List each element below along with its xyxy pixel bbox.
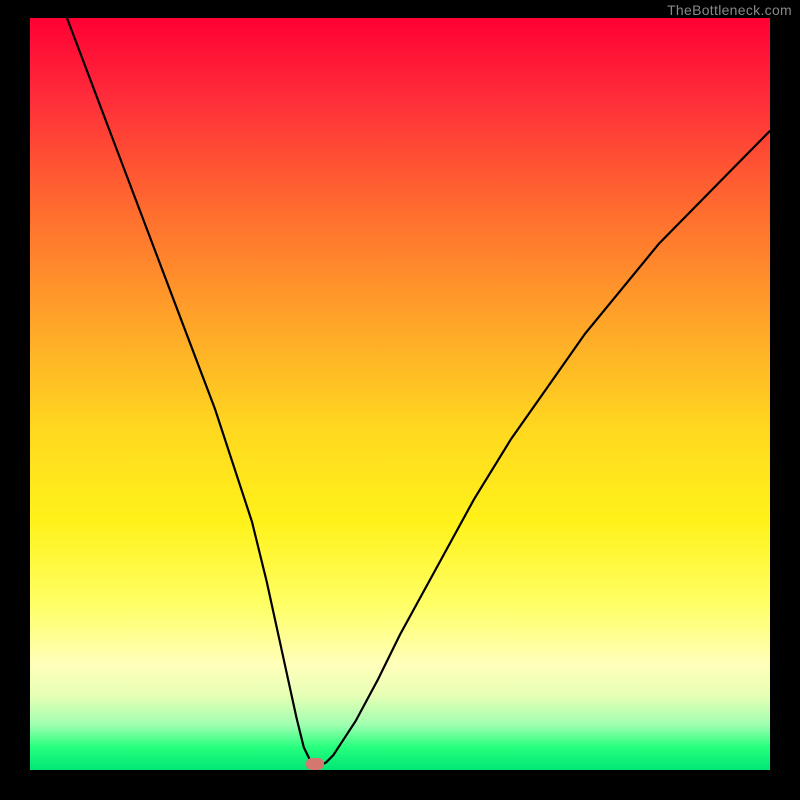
gradient-background xyxy=(30,18,770,770)
chart-frame: TheBottleneck.com xyxy=(0,0,800,800)
plot-area xyxy=(30,18,770,770)
min-marker xyxy=(306,758,324,770)
watermark: TheBottleneck.com xyxy=(667,2,792,18)
